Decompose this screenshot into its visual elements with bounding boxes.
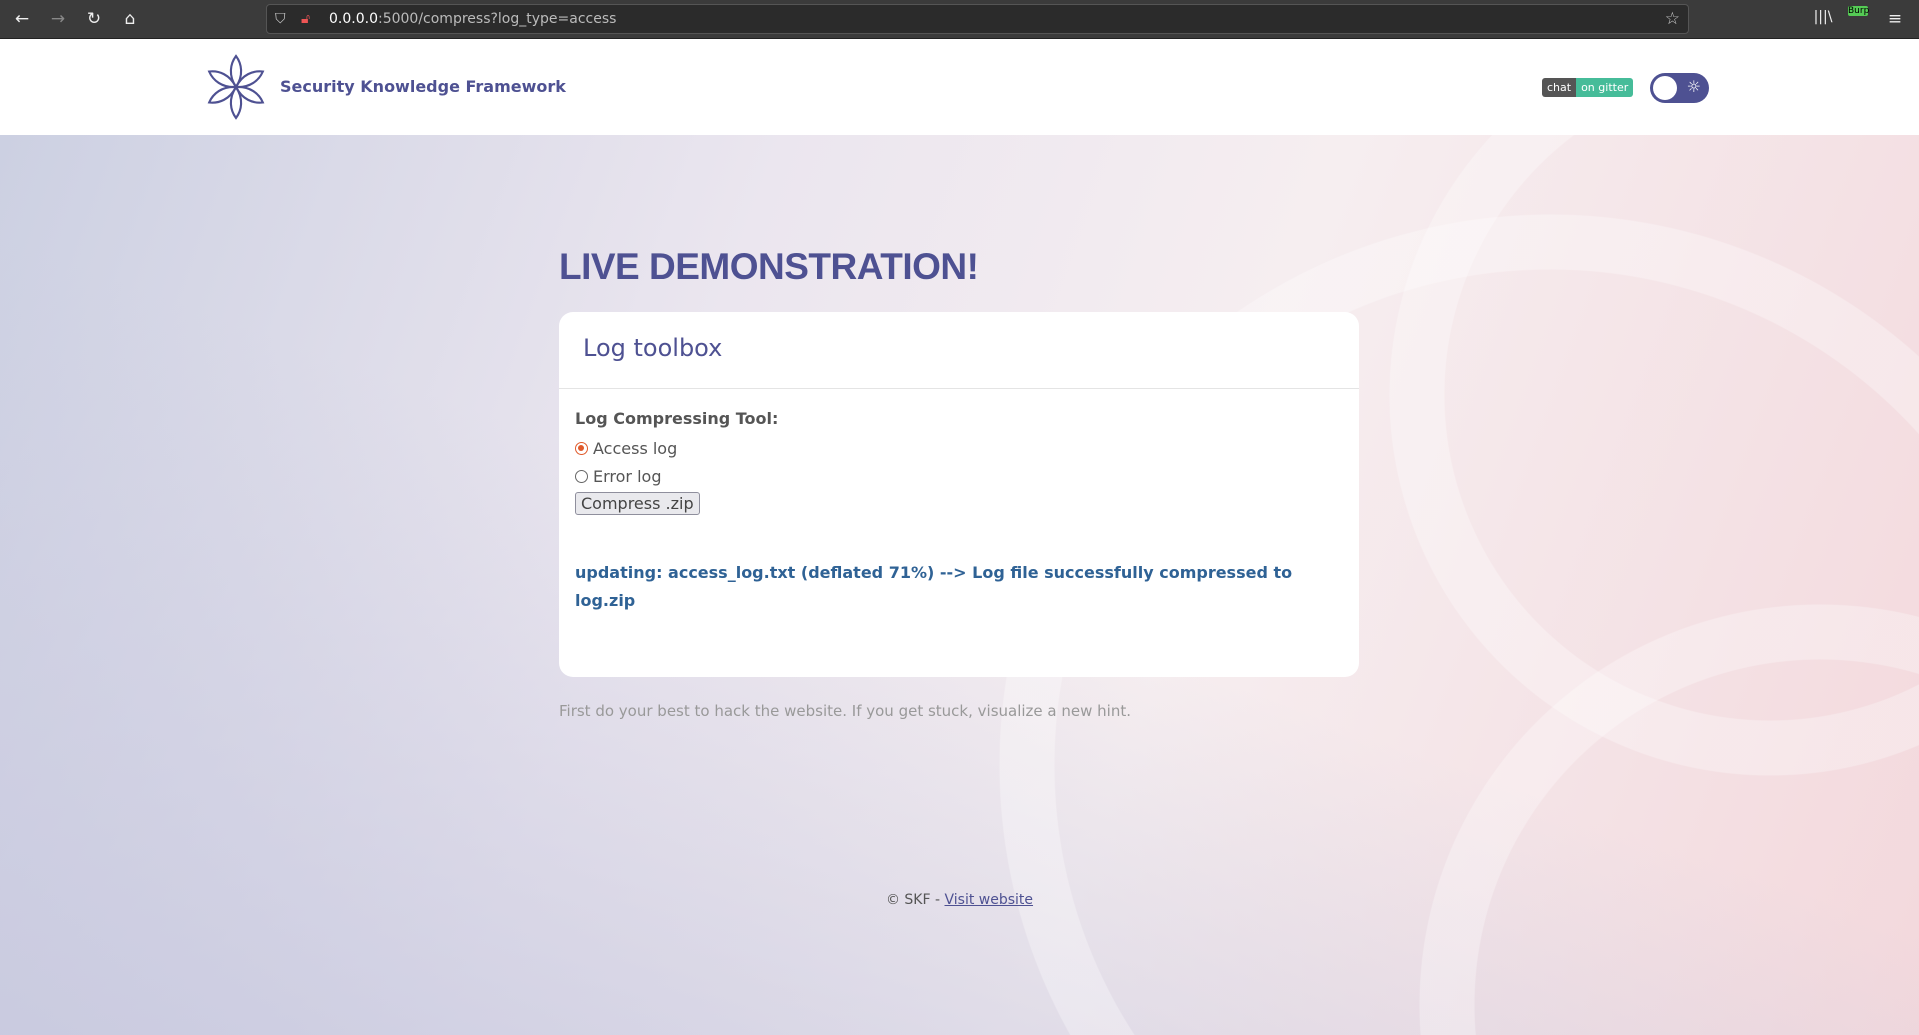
url-bar[interactable]: ⛉ 🔓︎ 0.0.0.0:5000/compress?log_type=acce… (266, 4, 1689, 34)
hint-text: First do your best to hack the website. … (559, 702, 1131, 720)
result-message: updating: access_log.txt (deflated 71%) … (575, 563, 1293, 610)
menu-icon[interactable]: ≡ (1884, 9, 1906, 29)
card-title: Log toolbox (559, 312, 1359, 389)
burp-extension-icon[interactable]: Burp (1848, 6, 1869, 16)
back-icon[interactable]: ← (11, 9, 33, 29)
browser-toolbar: ← → ↻ ⌂ ⛉ 🔓︎ 0.0.0.0:5000/compress?log_t… (0, 0, 1919, 39)
radio-label: Access log (593, 438, 678, 458)
copyright-text: © SKF - (885, 892, 941, 908)
radio-unchecked-icon[interactable] (575, 469, 588, 483)
bookmark-star-icon[interactable]: ☆ (1665, 5, 1680, 33)
radio-label: Error log (593, 466, 662, 486)
radio-access-log[interactable]: Access log (575, 434, 1343, 462)
badge-right: on gitter (1576, 78, 1634, 97)
skf-logo-icon[interactable] (205, 54, 267, 120)
radio-checked-icon[interactable] (575, 441, 588, 455)
home-icon[interactable]: ⌂ (119, 9, 141, 29)
visit-website-link[interactable]: Visit website (945, 892, 1034, 908)
tool-label: Log Compressing Tool: (575, 409, 779, 428)
forward-icon[interactable]: → (47, 9, 69, 29)
url-path: :5000/compress?log_type=access (377, 11, 617, 27)
insecure-lock-icon: 🔓︎ (301, 11, 311, 27)
compress-zip-button[interactable]: Compress .zip (575, 492, 700, 515)
reload-icon[interactable]: ↻ (83, 9, 105, 29)
shield-icon: ⛉ (275, 11, 286, 27)
library-icon[interactable]: |||\ (1812, 9, 1834, 25)
gitter-chat-badge[interactable]: chat on gitter (1542, 78, 1634, 97)
site-header: Security Knowledge Framework chat on git… (0, 40, 1919, 135)
brand-title[interactable]: Security Knowledge Framework (280, 77, 566, 96)
badge-left: chat (1542, 78, 1577, 97)
radio-error-log[interactable]: Error log (575, 462, 1343, 490)
footer: © SKF - Visit website (0, 892, 1919, 908)
theme-toggle[interactable]: ☼ (1650, 73, 1709, 103)
sun-icon: ☼ (1686, 77, 1701, 96)
page-heading: LIVE DEMONSTRATION! (559, 246, 979, 287)
url-host: 0.0.0.0 (329, 11, 378, 27)
toggle-knob (1653, 76, 1677, 100)
log-toolbox-card: Log toolbox Log Compressing Tool: Access… (559, 312, 1359, 677)
